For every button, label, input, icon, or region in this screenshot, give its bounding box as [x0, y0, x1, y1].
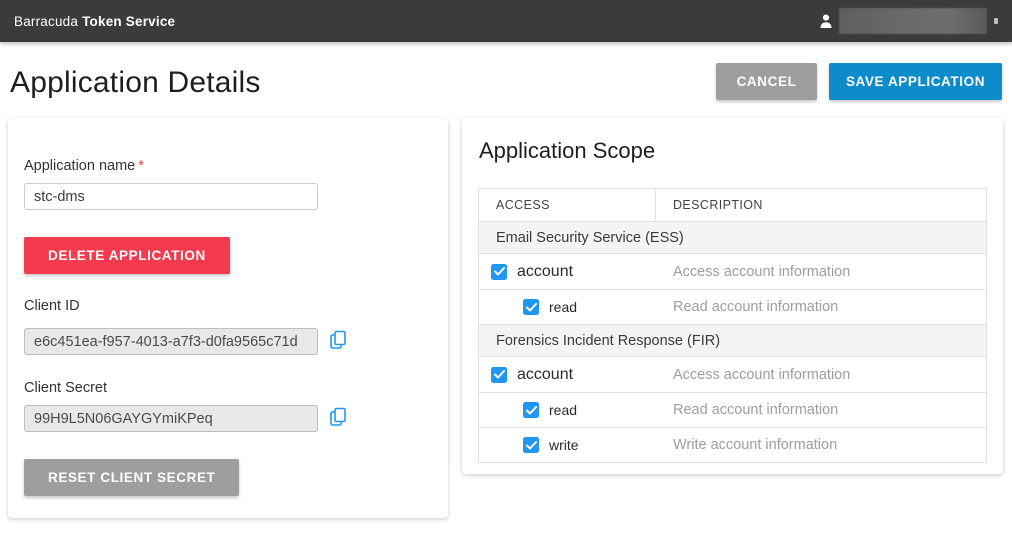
scope-table-header: ACCESS DESCRIPTION	[479, 189, 986, 221]
application-scope-card: Application Scope ACCESS DESCRIPTION Ema…	[462, 118, 1003, 474]
page-title: Application Details	[10, 66, 261, 100]
application-name-input[interactable]	[24, 183, 318, 210]
checkbox-checked[interactable]	[491, 264, 507, 280]
scope-row-ess-account: account Access account information	[479, 253, 986, 289]
application-details-card: Application name* DELETE APPLICATION Cli…	[8, 118, 448, 518]
checkbox-checked[interactable]	[491, 367, 507, 383]
copy-client-id-button[interactable]	[328, 330, 348, 352]
save-application-button[interactable]: SAVE APPLICATION	[829, 63, 1002, 100]
checkbox-checked[interactable]	[523, 437, 539, 453]
scope-row-fir-write: write Write account information	[479, 427, 986, 462]
scope-row-fir-read: read Read account information	[479, 392, 986, 427]
client-secret-field[interactable]	[24, 405, 318, 432]
section-row-fir: Forensics Incident Response (FIR)	[479, 324, 986, 356]
access-cell: read	[479, 299, 656, 315]
brand-logo: Barracuda Token Service	[14, 14, 175, 29]
scope-row-fir-account: account Access account information	[479, 356, 986, 392]
delete-application-button[interactable]: DELETE APPLICATION	[24, 237, 230, 274]
dropdown-caret-icon	[994, 18, 998, 24]
user-menu[interactable]	[818, 8, 998, 34]
access-label: write	[549, 437, 579, 453]
copy-icon	[329, 330, 347, 350]
checkbox-checked[interactable]	[523, 299, 539, 315]
copy-client-secret-button[interactable]	[328, 407, 348, 429]
client-secret-label: Client Secret	[24, 380, 107, 396]
required-asterisk: *	[138, 158, 144, 174]
access-label: account	[517, 263, 573, 281]
person-icon	[818, 13, 834, 29]
page-header: Application Details CANCEL SAVE APPLICAT…	[0, 42, 1012, 118]
access-cell: account	[479, 366, 656, 384]
checkbox-checked[interactable]	[523, 402, 539, 418]
description-text: Access account information	[656, 264, 986, 280]
access-label: account	[517, 366, 573, 384]
column-header-access: ACCESS	[479, 189, 656, 221]
topbar: Barracuda Token Service	[0, 0, 1012, 42]
client-id-field[interactable]	[24, 328, 318, 355]
description-text: Access account information	[656, 367, 986, 383]
access-label: read	[549, 299, 577, 315]
redacted-username	[839, 8, 987, 34]
section-row-ess: Email Security Service (ESS)	[479, 221, 986, 253]
column-header-description: DESCRIPTION	[656, 198, 986, 212]
cancel-button[interactable]: CANCEL	[716, 63, 817, 100]
scope-table: ACCESS DESCRIPTION Email Security Servic…	[478, 188, 987, 463]
description-text: Read account information	[656, 299, 986, 315]
description-text: Read account information	[656, 402, 986, 418]
brand-name: Barracuda	[14, 14, 78, 29]
reset-client-secret-button[interactable]: RESET CLIENT SECRET	[24, 459, 239, 496]
product-name: Token Service	[82, 14, 175, 29]
description-text: Write account information	[656, 437, 986, 453]
scope-row-ess-read: read Read account information	[479, 289, 986, 324]
access-label: read	[549, 402, 577, 418]
access-cell: write	[479, 437, 656, 453]
scope-title: Application Scope	[479, 138, 655, 164]
client-id-label: Client ID	[24, 298, 80, 314]
access-cell: read	[479, 402, 656, 418]
copy-icon	[329, 407, 347, 427]
application-name-label: Application name*	[24, 158, 144, 174]
access-cell: account	[479, 263, 656, 281]
